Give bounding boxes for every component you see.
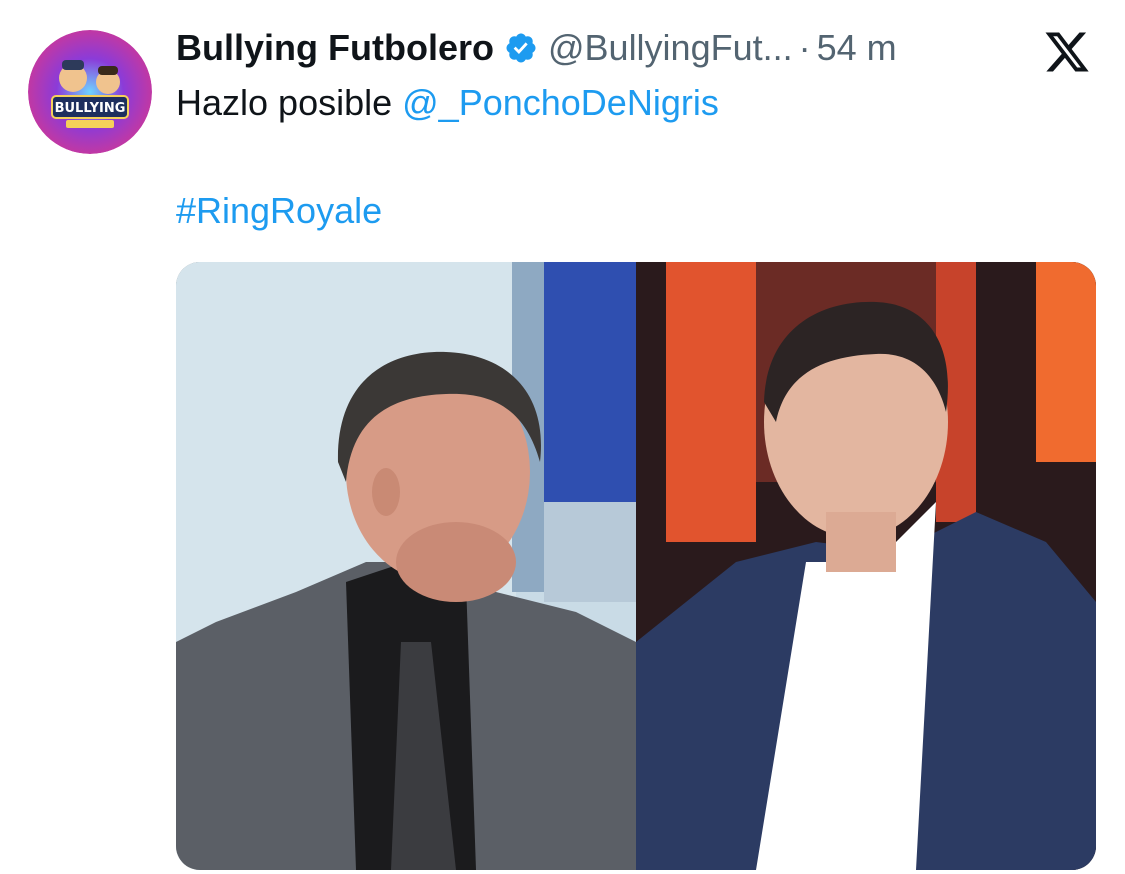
tweet-text-line: Hazlo posible @_PonchoDeNigris	[176, 82, 719, 124]
tweet-text: Hazlo posible	[176, 82, 393, 123]
author-handle[interactable]: @BullyingFut...	[548, 27, 793, 69]
avatar-logo-text: BULLYING	[55, 101, 126, 116]
hashtag-link[interactable]: #RingRoyale	[176, 190, 382, 231]
media-photo	[176, 262, 1096, 870]
tweet-media[interactable]	[176, 262, 1096, 870]
tweet-header: Bullying Futbolero @BullyingFut... · 54 …	[176, 22, 897, 74]
avatar-image: BULLYING	[28, 30, 152, 154]
avatar[interactable]: BULLYING	[28, 30, 152, 154]
verified-badge-icon	[504, 31, 538, 65]
tweet-timestamp[interactable]: 54 m	[817, 27, 897, 69]
author-name[interactable]: Bullying Futbolero	[176, 27, 494, 69]
mention-link[interactable]: @_PonchoDeNigris	[402, 82, 719, 123]
separator-dot: ·	[798, 27, 811, 68]
hashtag-line: #RingRoyale	[176, 190, 382, 232]
x-logo-icon[interactable]	[1042, 28, 1092, 76]
